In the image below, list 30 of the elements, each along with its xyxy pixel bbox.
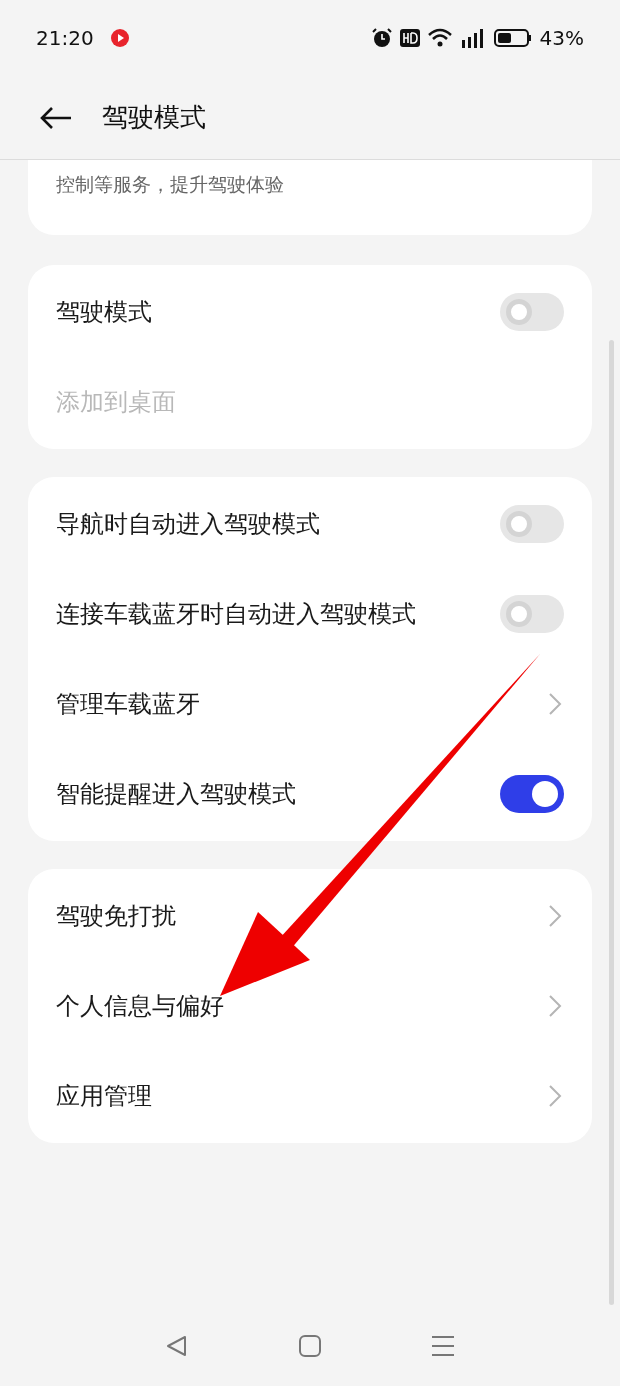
nav-back-icon[interactable] (165, 1334, 189, 1358)
setting-label: 驾驶模式 (56, 296, 152, 328)
nav-menu-icon[interactable] (431, 1335, 455, 1357)
setting-label: 管理车载蓝牙 (56, 688, 200, 720)
toggle-switch[interactable] (500, 292, 564, 331)
setting-label: 导航时自动进入驾驶模式 (56, 508, 320, 540)
setting-label: 智能提醒进入驾驶模式 (56, 778, 296, 810)
setting-label: 个人信息与偏好 (56, 990, 224, 1022)
description-text: 控制等服务，提升驾驶体验 (56, 173, 284, 195)
battery-icon (493, 28, 532, 48)
toggle-switch[interactable] (500, 774, 564, 813)
hd-icon (399, 29, 420, 47)
page-title: 驾驶模式 (102, 101, 206, 134)
toggle-switch[interactable] (500, 594, 564, 633)
wifi-icon (427, 28, 452, 48)
nav-home-icon[interactable] (299, 1335, 321, 1357)
setting-label: 驾驶免打扰 (56, 900, 176, 932)
setting-label: 连接车载蓝牙时自动进入驾驶模式 (56, 598, 416, 630)
signal-icon (459, 28, 486, 48)
chevron-right-icon (548, 691, 562, 716)
chevron-right-icon (548, 1083, 562, 1108)
alarm-icon (371, 28, 392, 48)
chevron-right-icon (548, 993, 562, 1018)
battery-percent: 43% (539, 25, 584, 52)
status-time: 21:20 (36, 25, 94, 52)
video-app-icon (109, 28, 130, 48)
chevron-right-icon (548, 903, 562, 928)
toggle-switch[interactable] (500, 504, 564, 543)
back-arrow-icon[interactable] (40, 105, 72, 130)
setting-label: 应用管理 (56, 1080, 152, 1112)
